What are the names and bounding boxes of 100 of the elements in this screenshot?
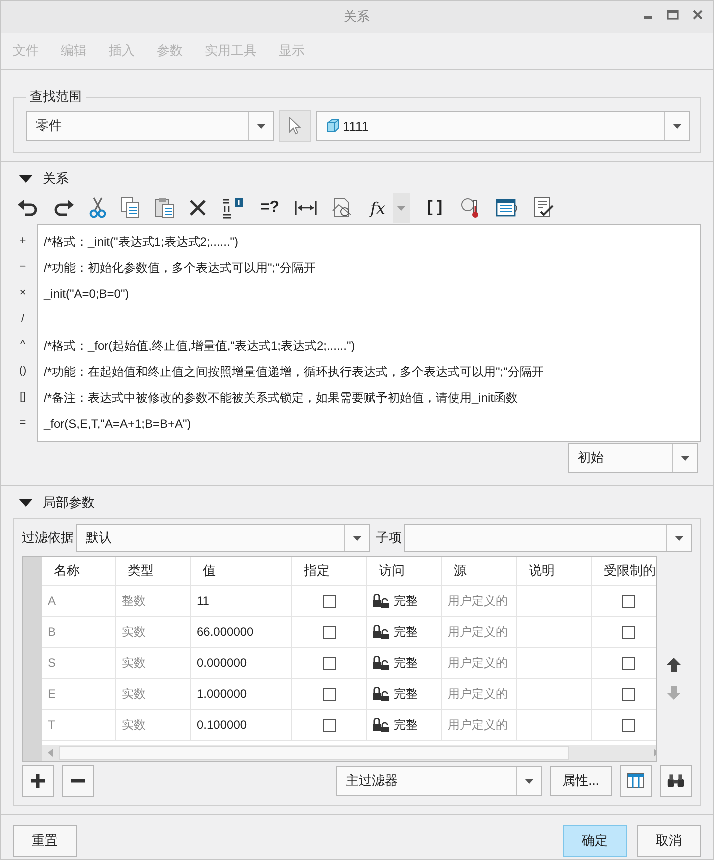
properties-button[interactable]: 属性... (550, 766, 612, 796)
operator-button[interactable]: ^ (20, 332, 26, 358)
plus-icon (31, 774, 45, 788)
horizontal-scrollbar[interactable] (42, 745, 656, 761)
collapse-triangle-icon[interactable] (19, 499, 33, 507)
main-filter-dropdown[interactable]: 主过滤器 (336, 766, 542, 796)
columns-button[interactable] (620, 765, 652, 797)
relations-editor[interactable] (37, 224, 701, 442)
column-header[interactable]: 源 (442, 557, 517, 585)
table-cell: 实数 (116, 679, 191, 709)
access-level: 完整 (394, 716, 418, 734)
column-header[interactable]: 说明 (517, 557, 592, 585)
checkbox[interactable] (622, 718, 634, 732)
table-columns-icon (627, 773, 645, 789)
table-cell: A (42, 586, 116, 616)
caret-icon (256, 124, 266, 128)
up-arrow-icon[interactable] (667, 658, 682, 672)
undo-icon[interactable] (17, 199, 39, 217)
code-line: /*格式：_for(起始值,终止值,增量值,"表达式1;表达式2;......") (44, 338, 356, 355)
swap-symbols-icon[interactable] (221, 197, 245, 219)
caret-icon (352, 536, 362, 540)
table-cell: 11 (191, 586, 292, 616)
column-header[interactable]: 类型 (116, 557, 191, 585)
scissors-icon[interactable] (89, 197, 107, 219)
section-title: 关系 (43, 170, 69, 188)
column-header[interactable]: 访问 (367, 557, 442, 585)
filter-dropdown[interactable]: 默认 (76, 524, 370, 552)
dialog-button[interactable]: 确定 (563, 825, 627, 857)
table-cell: 66.000000 (191, 617, 292, 647)
checkbox[interactable] (322, 656, 336, 670)
table-cell: 实数 (116, 710, 191, 740)
left-arrow-icon (48, 749, 53, 757)
table-cell: S (42, 648, 116, 678)
dimension-icon[interactable] (295, 200, 317, 216)
caret-icon (524, 778, 534, 784)
checkbox[interactable] (622, 626, 634, 638)
list-window-icon[interactable] (496, 198, 520, 218)
checklist-icon[interactable] (534, 197, 554, 219)
window-title: 关系 (344, 8, 370, 26)
checkbox[interactable] (322, 688, 336, 700)
operator-button[interactable]: [] (20, 384, 26, 410)
operator-button[interactable]: × (20, 280, 26, 306)
checkbox[interactable] (322, 626, 336, 638)
caret-icon (674, 536, 684, 540)
delete-icon[interactable] (189, 199, 207, 217)
checkbox[interactable] (322, 594, 336, 608)
group-label: 查找范围 (29, 88, 83, 106)
maximize-icon[interactable] (667, 10, 679, 20)
code-line: /*功能：在起始值和终止值之间按照增量值递增，循环执行表达式，多个表达式可以用";"分隔开 (44, 364, 545, 381)
table-cell: 用户定义的 (442, 648, 517, 678)
operator-button[interactable]: − (20, 254, 26, 280)
scope-dropdown[interactable]: 零件 (26, 111, 274, 141)
checkbox[interactable] (322, 718, 336, 732)
table-cell: 用户定义的 (442, 586, 517, 616)
stage-dropdown[interactable]: 初始 (568, 443, 698, 473)
toolbar-button[interactable]: fx (367, 198, 389, 218)
table-cell: 实数 (116, 617, 191, 647)
binoculars-icon (667, 773, 685, 789)
column-header[interactable]: 值 (191, 557, 292, 585)
close-icon[interactable] (693, 10, 703, 20)
toolbar-button[interactable]: [ ] (424, 199, 446, 217)
dialog-button[interactable]: 重置 (13, 825, 77, 857)
operator-button[interactable]: / (21, 306, 25, 332)
column-header[interactable]: 受限制的 (592, 557, 656, 585)
checkbox[interactable] (622, 656, 634, 670)
access-level: 完整 (394, 592, 418, 610)
toolbar-button[interactable]: =? (259, 199, 281, 217)
column-header[interactable]: 名称 (42, 557, 116, 585)
document-gauge-icon[interactable] (331, 197, 353, 219)
copy-icon[interactable] (121, 197, 141, 219)
checkbox[interactable] (622, 688, 634, 700)
table-cell: 1.000000 (191, 679, 292, 709)
table-cell: B (42, 617, 116, 647)
clipboard-icon[interactable] (155, 197, 175, 219)
filter-label: 过滤依据 (22, 529, 74, 547)
child-label: 子项 (376, 529, 402, 547)
operator-button[interactable]: = (20, 410, 26, 436)
select-button[interactable] (279, 110, 311, 142)
table-cell: 用户定义的 (442, 710, 517, 740)
find-button[interactable] (660, 765, 692, 797)
remove-button[interactable] (62, 765, 94, 797)
table-cell: E (42, 679, 116, 709)
add-button[interactable] (22, 765, 54, 797)
model-dropdown[interactable]: 1111 (316, 111, 690, 141)
code-line: _for(S,E,T,"A=A+1;B=B+A") (44, 416, 192, 433)
table-cell: 用户定义的 (442, 679, 517, 709)
cube-icon (326, 119, 340, 133)
caret-icon (680, 456, 690, 460)
pointer-icon (289, 117, 301, 135)
section-title: 局部参数 (43, 494, 95, 512)
access-level: 完整 (394, 654, 418, 672)
dialog-button[interactable]: 取消 (637, 825, 701, 857)
collapse-triangle-icon[interactable] (19, 175, 33, 183)
column-header[interactable]: 指定 (292, 557, 367, 585)
operator-button[interactable]: + (20, 228, 26, 254)
redo-icon[interactable] (53, 199, 75, 217)
table-cell: 0.100000 (191, 710, 292, 740)
table-cell: 用户定义的 (442, 617, 517, 647)
operator-button[interactable]: () (19, 358, 27, 384)
checkbox[interactable] (622, 594, 634, 608)
